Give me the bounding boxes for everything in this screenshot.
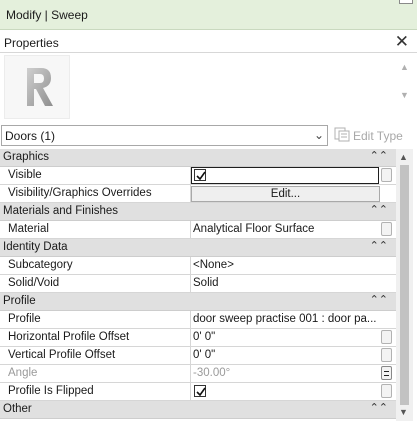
double-chevron-up-icon[interactable]: ⌃⌃: [370, 203, 388, 216]
vg-edit-button[interactable]: Edit...: [191, 186, 380, 202]
profile-flipped-checkbox[interactable]: [194, 385, 206, 397]
param-side-button[interactable]: [381, 330, 392, 344]
properties-title: Properties: [4, 36, 59, 50]
param-profile: Profile door sweep practise 001 : door p…: [0, 311, 396, 329]
group-profile[interactable]: Profile ⌃⌃: [0, 293, 396, 311]
double-chevron-up-icon[interactable]: ⌃⌃: [370, 149, 388, 162]
param-name: Solid/Void: [8, 277, 60, 289]
param-subcategory: Subcategory <None>: [0, 257, 396, 275]
column-divider: [190, 221, 191, 238]
param-visible: Visible: [0, 167, 396, 185]
column-divider: [190, 257, 191, 274]
group-label: Identity Data: [3, 241, 68, 253]
profile-value[interactable]: door sweep practise 001 : door pa...: [193, 313, 379, 325]
param-profile-flipped: Profile Is Flipped: [0, 383, 396, 401]
scroll-down-icon[interactable]: ▼: [400, 90, 409, 100]
check-icon: [196, 387, 206, 397]
param-name: Subcategory: [8, 259, 73, 271]
param-solid-void: Solid/Void Solid: [0, 275, 396, 293]
param-name: Profile: [8, 313, 41, 325]
edit-type-icon: [334, 127, 350, 142]
param-v-offset: Vertical Profile Offset 0' 0": [0, 347, 396, 365]
h-offset-value[interactable]: 0' 0": [193, 331, 379, 343]
group-label: Graphics: [3, 151, 50, 163]
column-divider: [190, 311, 191, 328]
properties-header: Properties ✕: [0, 31, 417, 53]
double-chevron-up-icon[interactable]: ⌃⌃: [370, 401, 388, 414]
check-icon: [196, 171, 206, 181]
column-divider: [190, 347, 191, 364]
group-materials[interactable]: Materials and Finishes ⌃⌃: [0, 203, 396, 221]
material-value[interactable]: Analytical Floor Surface: [193, 223, 379, 235]
type-selector-row: Doors (1) ⌄ Edit Type: [0, 124, 417, 148]
param-vg-overrides: Visibility/Graphics Overrides Edit...: [0, 185, 396, 203]
visible-checkbox[interactable]: [194, 169, 206, 181]
param-material: Material Analytical Floor Surface: [0, 221, 396, 239]
chevron-down-icon[interactable]: ⌄: [314, 128, 324, 142]
properties-grid: Graphics ⌃⌃ Visible Visibility/Graphics …: [0, 149, 396, 419]
group-label: Materials and Finishes: [3, 205, 119, 217]
param-angle: Angle -30.00°: [0, 365, 396, 383]
group-label: Profile: [3, 295, 36, 307]
param-name: Horizontal Profile Offset: [8, 331, 130, 343]
column-divider: [190, 329, 191, 346]
column-divider: [190, 383, 191, 400]
scroll-up-icon[interactable]: ▲: [399, 152, 408, 162]
edit-type-label: Edit Type: [353, 129, 403, 143]
ribbon-title: Modify | Sweep: [6, 8, 88, 22]
window-corner-control[interactable]: [399, 0, 413, 4]
group-graphics[interactable]: Graphics ⌃⌃: [0, 149, 396, 167]
param-name: Visibility/Graphics Overrides: [8, 187, 152, 199]
selected-cell-outline: [191, 167, 379, 184]
double-chevron-up-icon[interactable]: ⌃⌃: [370, 293, 388, 306]
ribbon-context-tab: Modify | Sweep: [0, 0, 417, 30]
properties-scrollbar[interactable]: ▲ ▼: [396, 149, 413, 421]
associate-parameter-icon[interactable]: [381, 366, 392, 380]
type-scroll[interactable]: ▲ ▼: [400, 62, 412, 114]
param-h-offset: Horizontal Profile Offset 0' 0": [0, 329, 396, 347]
param-side-button[interactable]: [381, 384, 392, 398]
instance-filter-value: Doors (1): [5, 129, 56, 143]
column-divider: [190, 365, 191, 382]
type-preview-area: ▲ ▼: [0, 54, 417, 126]
double-chevron-up-icon[interactable]: ⌃⌃: [370, 239, 388, 252]
group-identity[interactable]: Identity Data ⌃⌃: [0, 239, 396, 257]
group-label: Other: [3, 403, 32, 415]
revit-r-icon: [4, 55, 70, 119]
close-icon[interactable]: ✕: [395, 32, 409, 52]
scrollbar-thumb[interactable]: [400, 165, 409, 405]
param-name: Vertical Profile Offset: [8, 349, 116, 361]
instance-filter-dropdown[interactable]: Doors (1) ⌄: [1, 125, 328, 146]
param-side-button[interactable]: [381, 348, 392, 362]
scroll-up-icon[interactable]: ▲: [400, 62, 409, 72]
param-name: Visible: [8, 169, 42, 181]
param-name: Angle: [8, 367, 38, 379]
param-side-button[interactable]: [381, 168, 392, 182]
param-side-button[interactable]: [381, 222, 392, 236]
param-name: Material: [8, 223, 49, 235]
solid-void-value[interactable]: Solid: [193, 277, 379, 289]
param-name: Profile Is Flipped: [8, 385, 94, 397]
v-offset-value[interactable]: 0' 0": [193, 349, 379, 361]
column-divider: [190, 275, 191, 292]
group-other[interactable]: Other ⌃⌃: [0, 401, 396, 419]
scroll-down-icon[interactable]: ▼: [399, 407, 408, 417]
angle-value: -30.00°: [193, 367, 231, 379]
edit-type-button[interactable]: Edit Type: [334, 126, 414, 146]
subcategory-value[interactable]: <None>: [193, 259, 379, 271]
